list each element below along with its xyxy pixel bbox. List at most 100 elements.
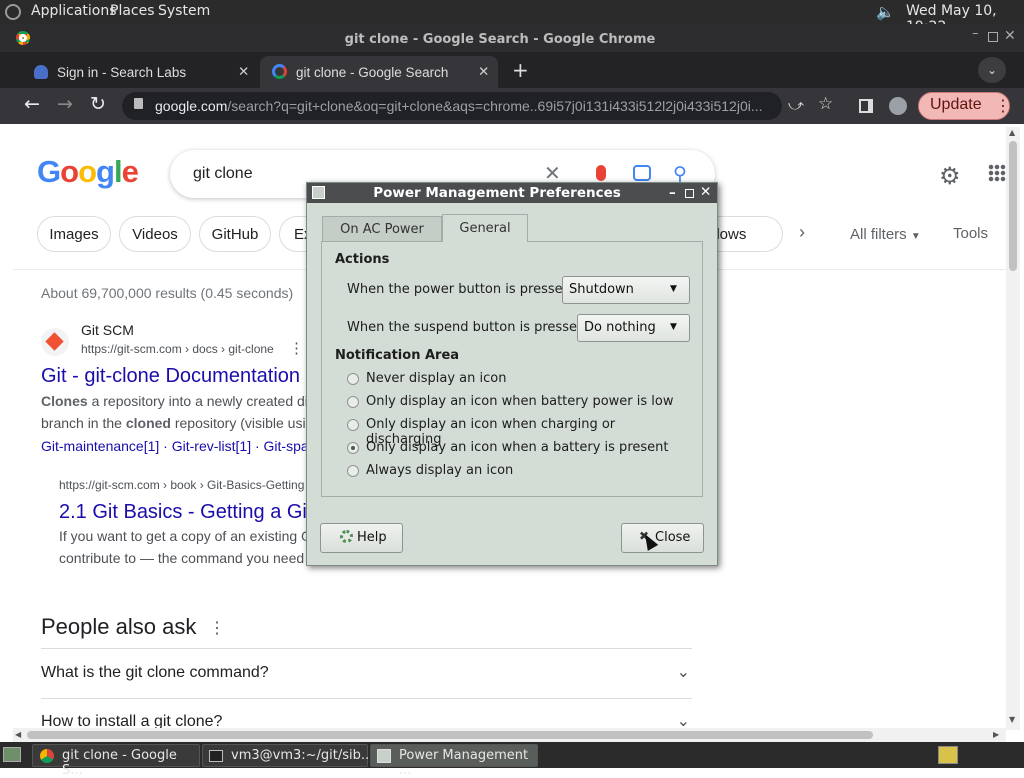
dialog-title: Power Management Preferences bbox=[373, 185, 621, 201]
settings-gear-icon[interactable]: ⚙ bbox=[939, 162, 961, 191]
radio-button[interactable] bbox=[347, 419, 359, 431]
result-snippet: contribute to — the command you need bbox=[59, 550, 305, 566]
all-filters[interactable]: All filters ▼ bbox=[850, 226, 921, 243]
radio-option[interactable]: Only display an icon when charging or di… bbox=[347, 416, 687, 447]
result-title[interactable]: Git - git-clone Documentation bbox=[41, 365, 300, 388]
radio-option-selected[interactable]: Only display an icon when a battery is p… bbox=[347, 439, 687, 457]
update-button[interactable]: Update ⋮ bbox=[918, 92, 1011, 120]
taskbar-item-chrome[interactable]: git clone - Google S... bbox=[32, 744, 200, 778]
dialog-maximize-icon[interactable] bbox=[685, 189, 694, 198]
new-tab-icon[interactable]: + bbox=[512, 58, 529, 82]
dialog-close-icon[interactable]: ✕ bbox=[700, 184, 711, 200]
tab-git-clone[interactable]: git clone - Google Search ✕ bbox=[260, 56, 498, 88]
tools-label[interactable]: Tools bbox=[953, 225, 988, 242]
horizontal-scrollbar[interactable]: ◀ ▶ bbox=[13, 728, 1006, 742]
all-filters-label: All filters bbox=[850, 226, 907, 243]
scroll-up-icon[interactable]: ▲ bbox=[1009, 128, 1015, 137]
profile-icon[interactable] bbox=[889, 97, 907, 115]
site-name[interactable]: Git SCM bbox=[81, 322, 134, 338]
suspend-button-select[interactable]: Do nothing ▼ bbox=[577, 314, 690, 342]
chrome-title-bar: git clone - Google Search - Google Chrom… bbox=[0, 24, 1024, 52]
paa-item[interactable]: What is the git clone command? ⌄ bbox=[41, 664, 692, 682]
menu-system[interactable]: System bbox=[158, 3, 210, 19]
chip-videos[interactable]: Videos bbox=[119, 216, 191, 252]
radio-option[interactable]: Only display an icon when battery power … bbox=[347, 393, 687, 411]
menu-applications[interactable]: Applications bbox=[31, 3, 117, 19]
vertical-scrollbar[interactable]: ▲ ▼ bbox=[1006, 127, 1020, 730]
chips-next-icon[interactable]: › bbox=[799, 222, 805, 243]
bookmark-star-icon[interactable]: ☆ bbox=[818, 94, 833, 114]
chrome-logo-icon bbox=[40, 749, 54, 763]
scroll-thumb[interactable] bbox=[1009, 141, 1017, 271]
tab-close-icon[interactable]: ✕ bbox=[238, 64, 249, 80]
close-window-icon[interactable]: ✕ bbox=[1004, 28, 1016, 44]
sitelink[interactable]: Git-maintenance[1] bbox=[41, 438, 159, 454]
site-url[interactable]: https://git-scm.com › book › Git-Basics-… bbox=[59, 478, 304, 492]
tab-close-icon[interactable]: ✕ bbox=[478, 64, 489, 80]
power-button-select[interactable]: Shutdown ▼ bbox=[562, 276, 690, 304]
reload-icon[interactable]: ↻ bbox=[90, 93, 106, 115]
side-panel-icon[interactable] bbox=[859, 99, 873, 113]
taskbar-item-power-management[interactable]: Power Management ... bbox=[370, 744, 538, 778]
site-favicon-icon bbox=[41, 328, 69, 356]
apps-grid-icon[interactable] bbox=[988, 164, 1006, 182]
task-label: vm3@vm3:~/git/sib... bbox=[231, 748, 374, 763]
scroll-down-icon[interactable]: ▼ bbox=[1009, 715, 1015, 724]
tab-search-icon[interactable]: ⌄ bbox=[978, 57, 1006, 83]
help-icon bbox=[340, 530, 353, 543]
search-input[interactable]: git clone bbox=[193, 165, 253, 183]
url-text: google.com/search?q=git+clone&oq=git+clo… bbox=[155, 98, 775, 114]
power-button-label: When the power button is pressed: bbox=[347, 282, 576, 297]
volume-icon[interactable]: 🔈 bbox=[876, 3, 896, 21]
menu-places[interactable]: Places bbox=[110, 3, 155, 19]
scroll-right-icon[interactable]: ▶ bbox=[993, 730, 999, 739]
radio-option[interactable]: Always display an icon bbox=[347, 462, 687, 480]
radio-button[interactable] bbox=[347, 373, 359, 385]
radio-option[interactable]: Never display an icon bbox=[347, 370, 687, 388]
google-logo[interactable]: Google bbox=[37, 154, 139, 190]
chip-label: GitHub bbox=[211, 225, 259, 243]
omnibox[interactable]: google.com/search?q=git+clone&oq=git+clo… bbox=[122, 92, 782, 120]
dialog-minimize-icon[interactable]: – bbox=[669, 185, 676, 201]
forward-icon[interactable]: → bbox=[57, 93, 73, 115]
sitelink[interactable]: Git-rev-list[1] bbox=[172, 438, 251, 454]
result-title[interactable]: 2.1 Git Basics - Getting a Git bbox=[59, 501, 312, 524]
radio-button[interactable] bbox=[347, 396, 359, 408]
mic-icon[interactable] bbox=[596, 165, 606, 181]
scroll-thumb[interactable] bbox=[27, 731, 873, 739]
workspace-switcher-icon[interactable] bbox=[938, 746, 958, 764]
power-management-dialog: Power Management Preferences – ✕ On AC P… bbox=[306, 182, 718, 566]
dialog-title-bar[interactable]: Power Management Preferences – ✕ bbox=[307, 183, 717, 203]
share-icon[interactable]: ⤻ bbox=[788, 96, 804, 114]
more-menu-icon[interactable]: ⋮ bbox=[995, 96, 1011, 116]
select-value: Shutdown bbox=[569, 282, 634, 297]
help-button[interactable]: Help bbox=[320, 523, 403, 553]
snippet-bold: cloned bbox=[125, 415, 171, 431]
result-menu-icon[interactable]: ⋮ bbox=[289, 339, 304, 357]
maximize-icon[interactable] bbox=[988, 32, 998, 42]
gnome-foot-icon[interactable] bbox=[5, 4, 21, 20]
tab-bar: Sign in - Search Labs ✕ git clone - Goog… bbox=[0, 52, 1024, 88]
scroll-left-icon[interactable]: ◀ bbox=[15, 730, 21, 739]
chrome-toolbar: ← → ↻ google.com/search?q=git+clone&oq=g… bbox=[0, 88, 1024, 124]
taskbar-item-terminal[interactable]: vm3@vm3:~/git/sib... bbox=[202, 744, 373, 767]
tab-general[interactable]: General bbox=[442, 214, 528, 242]
lens-icon[interactable] bbox=[633, 165, 651, 181]
notification-area-header: Notification Area bbox=[335, 348, 460, 363]
radio-button-checked[interactable] bbox=[347, 442, 359, 454]
chip-images[interactable]: Images bbox=[37, 216, 111, 252]
chip-github[interactable]: GitHub bbox=[199, 216, 271, 252]
radio-button[interactable] bbox=[347, 465, 359, 477]
snippet-text: repository (visible usin bbox=[170, 415, 314, 431]
select-value: Do nothing bbox=[584, 320, 656, 335]
radio-label: Always display an icon bbox=[366, 463, 514, 478]
tab-label: General bbox=[459, 221, 511, 236]
tab-search-labs[interactable]: Sign in - Search Labs ✕ bbox=[20, 56, 260, 88]
back-icon[interactable]: ← bbox=[24, 93, 40, 115]
minimize-icon[interactable]: – bbox=[972, 26, 979, 41]
site-url[interactable]: https://git-scm.com › docs › git-clone bbox=[81, 342, 274, 356]
show-desktop-icon[interactable] bbox=[3, 747, 21, 762]
close-button[interactable]: ✖ Close bbox=[621, 523, 704, 553]
tab-on-ac-power[interactable]: On AC Power bbox=[322, 216, 442, 242]
paa-menu-icon[interactable]: ⋮ bbox=[209, 618, 225, 638]
